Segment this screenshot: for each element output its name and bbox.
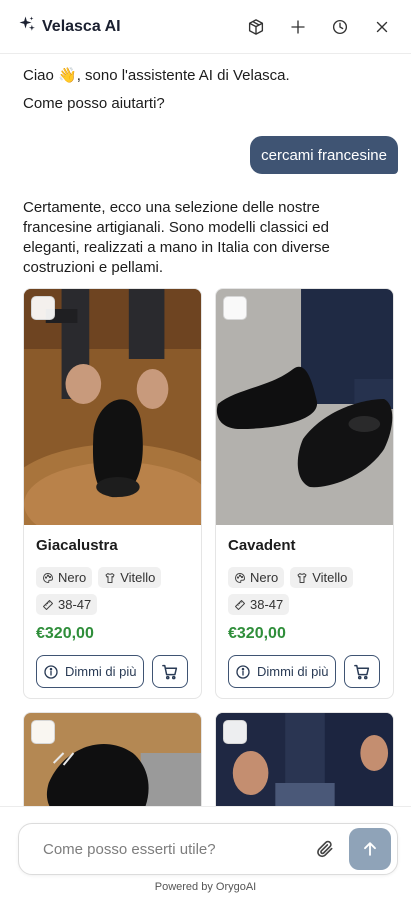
ruler-icon [43,599,53,610]
powered-by: Powered by OrygoAI [154,881,257,893]
material-tag: Vitello [290,567,354,588]
product-card[interactable]: Cavadent Nero Vitello 38-47 €320,00 Dimm… [215,288,394,699]
select-checkbox[interactable] [31,296,55,320]
arrow-up-icon [364,842,376,856]
size-tag: 38-47 [36,594,98,615]
size-tag: 38-47 [228,594,290,615]
color-tag: Nero [36,567,93,588]
product-price: €320,00 [36,625,94,642]
chat-thread[interactable]: Ciao 👋, sono l'assistente AI di Velasca.… [0,54,411,806]
sparkle-icon [18,15,36,38]
material-tag: Vitello [98,567,162,588]
cube-icon[interactable] [245,16,267,38]
cart-icon [353,664,369,679]
ruler-icon [235,599,245,610]
palette-icon [234,572,246,583]
palette-icon [42,572,54,583]
product-name: Cavadent [228,537,296,554]
add-to-cart-button[interactable] [151,655,188,688]
assistant-message: Certamente, ecco una selezione delle nos… [23,199,330,276]
message-input[interactable] [43,824,303,874]
paperclip-icon[interactable] [315,839,335,859]
tell-me-more-button[interactable]: Dimmi di più [36,655,144,688]
select-checkbox[interactable] [223,720,247,744]
composer: Powered by OrygoAI [0,806,411,898]
shirt-icon [297,572,307,583]
tell-me-more-button[interactable]: Dimmi di più [228,655,336,688]
cart-icon [161,664,177,679]
color-tag: Nero [228,567,285,588]
history-icon[interactable] [329,16,351,38]
brand: Velasca AI [18,15,121,38]
close-icon[interactable] [371,16,393,38]
app-title: Velasca AI [42,17,121,35]
info-icon [44,664,58,679]
product-image[interactable] [24,289,201,525]
send-button[interactable] [349,828,391,870]
product-card[interactable]: Giacalustra Nero Vitello 38-47 €320,00 D… [23,288,202,699]
product-card[interactable] [215,712,394,806]
product-card[interactable] [23,712,202,806]
assistant-greeting: Ciao 👋, sono l'assistente AI di Velasca. [23,67,290,84]
product-image[interactable] [24,713,201,806]
assistant-greeting-question: Come posso aiutarti? [23,95,165,112]
info-icon [236,664,250,679]
shirt-icon [105,572,115,583]
select-checkbox[interactable] [31,720,55,744]
select-checkbox[interactable] [223,296,247,320]
message-input-container[interactable] [18,823,398,875]
plus-icon[interactable] [287,16,309,38]
product-image[interactable] [216,713,393,806]
chat-header: Velasca AI [0,0,411,54]
product-image[interactable] [216,289,393,525]
product-price: €320,00 [228,625,286,642]
product-name: Giacalustra [36,537,118,554]
user-message: cercami francesine [250,136,398,174]
add-to-cart-button[interactable] [343,655,380,688]
